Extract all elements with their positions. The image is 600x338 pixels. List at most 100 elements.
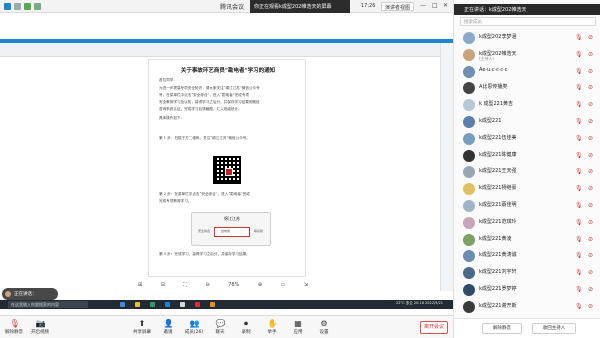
members-icon: 👥 — [189, 319, 200, 328]
member-row[interactable]: k成型221刘宇轩 🎙 ⊘ — [454, 265, 600, 283]
grid-view-icon[interactable]: ⊟ — [161, 282, 165, 288]
fullscreen-icon[interactable]: ⛶ — [183, 282, 187, 288]
microphone-muted-icon[interactable]: 🎙 — [575, 51, 583, 58]
zoom-out-icon[interactable]: ⊖ — [205, 282, 209, 288]
record-button[interactable]: ⏺ 录制 — [234, 319, 258, 335]
member-row[interactable]: A比思传播类 🎙 ⊘ — [454, 80, 600, 98]
member-row[interactable]: k成型221黄凌 🎙 ⊘ — [454, 232, 600, 250]
microphone-muted-icon[interactable]: 🎙 — [575, 84, 583, 91]
member-row[interactable]: k成型221伍佳美 🎙 ⊘ — [454, 131, 600, 149]
phone-screenshot: 绵江江苏 安全综合 勘电者 联系我 — [191, 212, 271, 246]
avatar — [463, 200, 475, 212]
camera-off-icon[interactable]: ⊘ — [588, 269, 593, 276]
taskbar-app-icon — [195, 302, 200, 307]
microphone-muted-icon[interactable]: 🎙 — [575, 269, 583, 276]
member-row[interactable]: k 成型221黄吉 🎙 ⊘ — [454, 97, 600, 115]
panel-footer: 解除静音 收回主持人 — [454, 318, 600, 338]
avatar — [463, 132, 475, 145]
shared-taskbar: 在这里输入你要搜索的内容 22°C 多云 20:16 2022/9/21 — [0, 300, 453, 309]
reclaim-host-button[interactable]: 收回主持人 — [532, 323, 576, 334]
avatar — [463, 284, 475, 296]
microphone-muted-icon[interactable]: 🎙 — [575, 168, 583, 175]
camera-off-icon[interactable]: ⊘ — [588, 68, 593, 75]
camera-off-icon[interactable]: ⊘ — [588, 152, 593, 159]
member-row[interactable]: k成型221黄涛诚 🎙 ⊘ — [454, 248, 600, 266]
apps-button[interactable]: ▦ 应用 — [286, 319, 310, 335]
camera-off-icon[interactable]: ⊘ — [588, 34, 593, 41]
member-row[interactable]: k成型202帷浩天 (主持人) 🎙 ⊘ — [454, 47, 600, 65]
member-row[interactable]: Ae·u·c·c·c·c 🎙 ⊘ — [454, 64, 600, 82]
microphone-muted-icon[interactable]: 🎙 — [575, 303, 583, 310]
camera-off-icon[interactable]: ⊘ — [588, 236, 593, 243]
camera-off-icon[interactable]: ⊘ — [588, 84, 593, 91]
microphone-muted-icon[interactable]: 🎙 — [575, 118, 583, 125]
camera-off-icon[interactable]: ⊘ — [588, 185, 593, 192]
camera-off-icon[interactable]: ⊘ — [588, 135, 593, 142]
share-screen-icon: ⬆ — [138, 319, 146, 328]
member-row[interactable]: k成型221罗梦婷 🎙 ⊘ — [454, 282, 600, 300]
start-video-button[interactable]: 📷 开启视频 — [28, 319, 52, 335]
microphone-muted-icon[interactable]: 🎙 — [575, 202, 583, 209]
zoom-in-icon[interactable]: ⊕ — [258, 282, 262, 288]
taskbar-app-icon — [120, 302, 125, 307]
member-row[interactable]: k成型221王天强 🎙 ⊘ — [454, 164, 600, 182]
share-screen-button[interactable]: ⬆ 共享屏幕 — [130, 319, 154, 335]
invite-button[interactable]: 👤 邀请 — [156, 319, 180, 335]
member-row[interactable]: k成型221谢开斯 🎙 ⊘ — [454, 299, 600, 317]
microphone-muted-icon[interactable]: 🎙 — [575, 185, 583, 192]
document-line: 咨询系统认证，完成学习后请截图，汇入班级统计。 — [159, 107, 242, 111]
info-icon[interactable] — [14, 3, 21, 10]
member-row[interactable]: k成型221陈健康 🎙 ⊘ — [454, 148, 600, 166]
speaking-banner: 正在讲话：k成型202帷浩天 — [454, 4, 600, 15]
microphone-muted-icon[interactable]: 🎙 — [575, 34, 583, 41]
avatar — [463, 233, 475, 246]
microphone-muted-icon[interactable]: 🎙 — [575, 252, 583, 259]
fit-page-icon[interactable]: ⊞ — [138, 282, 142, 288]
page-view-icon[interactable]: ▭ — [281, 282, 286, 288]
avatar — [463, 250, 475, 263]
unmute-all-button[interactable]: 解除静音 — [482, 323, 522, 334]
member-name: k成型221 — [479, 118, 502, 124]
minimize-button[interactable]: — — [420, 2, 426, 9]
member-row[interactable]: k成型221 🎙 ⊘ — [454, 114, 600, 132]
camera-off-icon[interactable]: ⊘ — [588, 101, 593, 108]
microphone-muted-icon[interactable]: 🎙 — [575, 219, 583, 226]
microphone-muted-icon[interactable]: 🎙 — [575, 101, 583, 108]
member-row[interactable]: k成型221蔡佳明 🎙 ⊘ — [454, 198, 600, 216]
camera-off-icon[interactable]: ⊘ — [588, 118, 593, 125]
chat-icon: 💬 — [215, 319, 226, 328]
maximize-button[interactable]: □ — [432, 2, 438, 9]
members-button[interactable]: 👥 成员(26) — [182, 319, 206, 335]
member-row[interactable]: k成型202李梦涵 🎙 ⊘ — [454, 30, 600, 48]
view-mode-button[interactable]: 演讲者视图 — [381, 2, 415, 11]
camera-off-icon[interactable]: ⊘ — [588, 219, 593, 226]
taskbar-search: 在这里输入你要搜索的内容 — [8, 301, 88, 308]
leave-meeting-button[interactable]: 离开会议 — [420, 321, 448, 334]
raise-hand-button[interactable]: ✋ 举手 — [260, 319, 284, 335]
member-row[interactable]: k成型221杨继豪 🎙 ⊘ — [454, 181, 600, 199]
security-shield-icon[interactable] — [24, 3, 31, 10]
document-line: 第 2 步：在菜单栏中点击“安全综合”，进入“勘电者”完成 — [159, 192, 250, 196]
camera-off-icon[interactable]: ⊘ — [588, 168, 593, 175]
microphone-muted-icon[interactable]: 🎙 — [575, 135, 583, 142]
camera-off-icon[interactable]: ⊘ — [588, 202, 593, 209]
taskbar-app-icon — [210, 302, 215, 307]
avatar — [463, 166, 475, 179]
camera-off-icon[interactable]: ⊘ — [588, 286, 593, 293]
microphone-muted-icon[interactable]: 🎙 — [575, 286, 583, 293]
microphone-muted-icon[interactable]: 🎙 — [575, 68, 583, 75]
microphone-muted-icon[interactable]: 🎙 — [575, 236, 583, 243]
camera-off-icon[interactable]: ⊘ — [588, 252, 593, 259]
camera-off-icon[interactable]: ⊘ — [588, 51, 593, 58]
member-name: k成型221王天强 — [479, 168, 517, 175]
close-button[interactable]: ✕ — [443, 2, 448, 9]
member-row[interactable]: k成型221范琪玲 🎙 ⊘ — [454, 215, 600, 233]
camera-off-icon[interactable]: ⊘ — [588, 303, 593, 310]
microphone-muted-icon[interactable]: 🎙 — [575, 152, 583, 159]
unmute-button[interactable]: 🎙 解除静音 — [2, 319, 26, 335]
chat-button[interactable]: 💬 聊天 — [208, 319, 232, 335]
settings-button[interactable]: ⚙ 设置 — [312, 319, 336, 335]
start-video-label: 开启视频 — [31, 330, 49, 335]
member-search-input[interactable]: 搜索成员 — [460, 17, 596, 26]
expand-icon[interactable]: ⇲ — [304, 282, 308, 288]
